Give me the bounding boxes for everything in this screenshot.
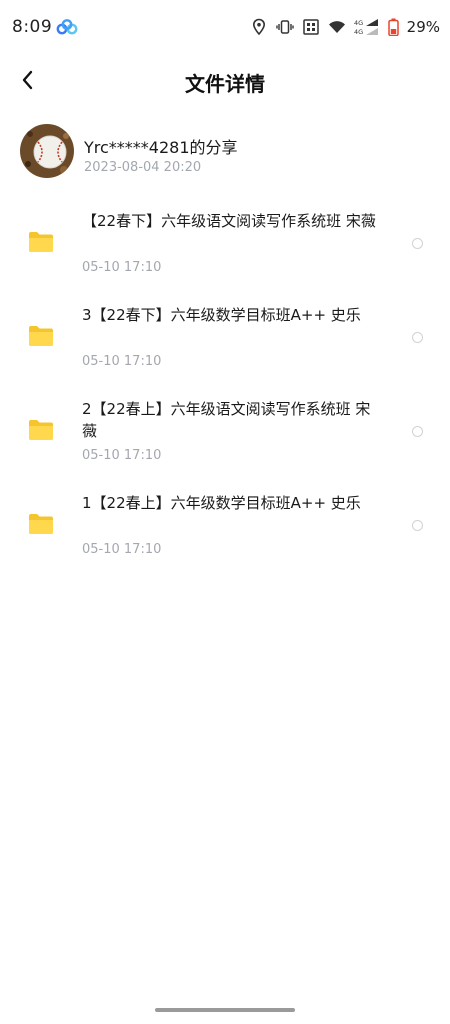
share-owner: Yrc*****4281的分享 bbox=[84, 138, 238, 157]
avatar[interactable] bbox=[20, 124, 74, 178]
select-radio[interactable] bbox=[412, 332, 423, 343]
file-date: 05-10 17:10 bbox=[82, 260, 162, 275]
app-cloud-icon bbox=[56, 19, 78, 35]
select-radio[interactable] bbox=[412, 520, 423, 531]
header: 文件详情 bbox=[0, 56, 450, 106]
svg-text:4G: 4G bbox=[354, 28, 363, 36]
folder-icon bbox=[29, 514, 53, 534]
file-name: 【22春下】六年级语文阅读写作系统班 宋薇 bbox=[82, 212, 376, 230]
nfc-icon bbox=[302, 19, 319, 35]
list-item[interactable]: 2【22春上】六年级语文阅读写作系统班 宋薇 05-10 17:10 bbox=[0, 388, 450, 482]
share-info: Yrc*****4281的分享 2023-08-04 20:20 bbox=[20, 122, 430, 182]
list-item[interactable]: 1【22春上】六年级数学目标班A++ 史乐 05-10 17:10 bbox=[0, 482, 450, 576]
select-radio[interactable] bbox=[412, 238, 423, 249]
page-title: 文件详情 bbox=[185, 72, 265, 96]
signal-4g-icon: 4G 4G bbox=[354, 19, 378, 36]
wifi-icon bbox=[328, 21, 345, 33]
file-name: 3【22春下】六年级数学目标班A++ 史乐 bbox=[82, 306, 361, 324]
file-name: 1【22春上】六年级数学目标班A++ 史乐 bbox=[82, 494, 361, 512]
folder-icon bbox=[29, 420, 53, 440]
select-radio[interactable] bbox=[412, 426, 423, 437]
file-list: 【22春下】六年级语文阅读写作系统班 宋薇 05-10 17:10 3【22春下… bbox=[0, 200, 450, 576]
vibrate-icon bbox=[275, 20, 294, 34]
share-date: 2023-08-04 20:20 bbox=[84, 160, 202, 175]
list-item[interactable]: 【22春下】六年级语文阅读写作系统班 宋薇 05-10 17:10 bbox=[0, 200, 450, 294]
folder-icon bbox=[29, 232, 53, 252]
file-date: 05-10 17:10 bbox=[82, 542, 162, 557]
location-icon bbox=[252, 18, 265, 36]
file-date: 05-10 17:10 bbox=[82, 448, 162, 463]
folder-icon bbox=[29, 326, 53, 346]
baseball-avatar-icon bbox=[20, 124, 74, 178]
file-name: 2【22春上】六年级语文阅读写作系统班 宋薇 bbox=[82, 400, 371, 440]
file-date: 05-10 17:10 bbox=[82, 354, 162, 369]
status-time: 8:09 bbox=[12, 17, 53, 37]
status-icons: 4G 4G 29% bbox=[250, 16, 440, 38]
battery-percentage: 29% bbox=[406, 18, 440, 36]
svg-text:4G: 4G bbox=[354, 19, 363, 27]
list-item[interactable]: 3【22春下】六年级数学目标班A++ 史乐 05-10 17:10 bbox=[0, 294, 450, 388]
home-indicator[interactable] bbox=[155, 1008, 295, 1012]
battery-icon bbox=[387, 18, 399, 36]
status-bar: 8:09 4G 4G 29% bbox=[0, 0, 450, 56]
